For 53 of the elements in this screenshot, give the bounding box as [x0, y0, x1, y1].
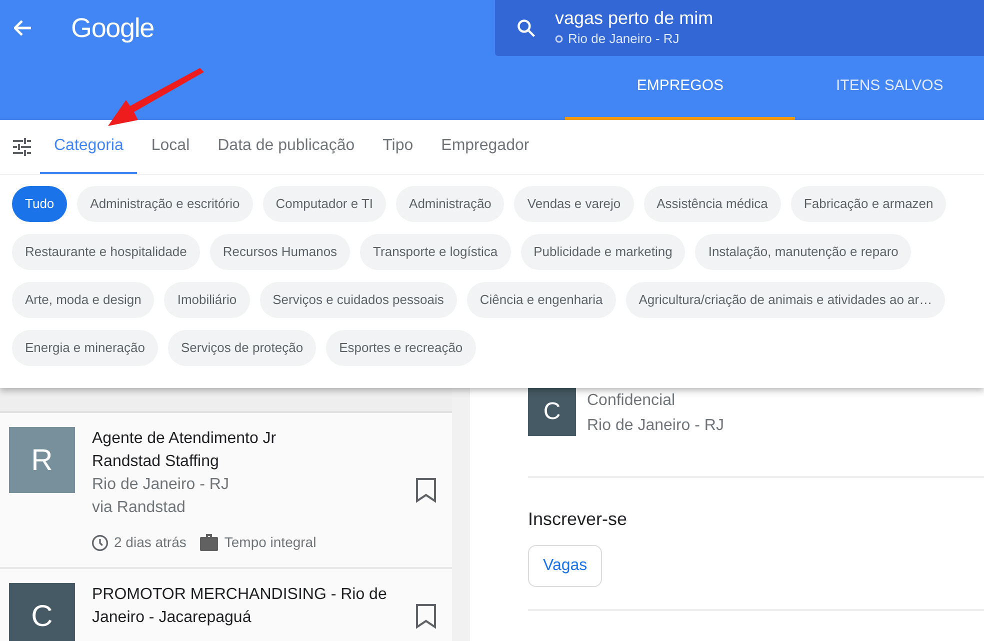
- category-chip[interactable]: Publicidade e marketing: [520, 234, 686, 270]
- location-dot-icon: [555, 35, 563, 43]
- category-chip[interactable]: Serviços e cuidados pessoais: [260, 282, 457, 318]
- filter-tab[interactable]: Local: [137, 120, 204, 174]
- category-chip[interactable]: Arte, moda e design: [12, 282, 154, 318]
- job-location: Rio de Janeiro - RJ: [587, 416, 724, 436]
- back-button[interactable]: [12, 18, 34, 38]
- job-source: via Randstad: [92, 498, 186, 518]
- category-chip[interactable]: Assistência médica: [644, 186, 781, 222]
- company-avatar: C: [528, 388, 576, 436]
- company-avatar: R: [9, 427, 75, 493]
- category-chip[interactable]: Recursos Humanos: [210, 234, 350, 270]
- posted-time: 2 dias atrás: [114, 533, 186, 552]
- category-chip[interactable]: Instalação, manutenção e reparo: [695, 234, 912, 270]
- category-chip[interactable]: Serviços de proteção: [168, 330, 316, 366]
- filter-tab[interactable]: Data de publicação: [204, 120, 369, 174]
- apply-link-button[interactable]: Vagas: [528, 545, 602, 587]
- briefcase-icon: [200, 534, 218, 551]
- category-chip[interactable]: Agricultura/criação de animais e atividades ao ar…: [626, 282, 946, 318]
- category-chip[interactable]: Transporte e logística: [360, 234, 511, 270]
- bookmark-icon: [415, 477, 437, 503]
- category-chip[interactable]: Ciência e engenharia: [466, 282, 616, 318]
- company-name: Confidencial: [587, 391, 676, 411]
- job-card[interactable]: C PROMOTOR MERCHANDISING - Rio de Janeiro - Jacarepaguá: [0, 569, 452, 641]
- company-name: Randstad Staffing: [92, 452, 220, 472]
- category-chip[interactable]: Tudo: [12, 186, 68, 222]
- top-tab[interactable]: ITENS SALVOS: [795, 56, 984, 120]
- back-arrow-icon: [14, 20, 32, 36]
- category-chip[interactable]: Administração: [396, 186, 504, 222]
- filter-tab[interactable]: Tipo: [368, 120, 428, 174]
- category-chip[interactable]: Computador e TI: [262, 186, 386, 222]
- job-title: PROMOTOR MERCHANDISING - Rio de Janeiro - Jacarepaguá: [92, 585, 388, 628]
- bookmark-icon: [415, 603, 437, 629]
- category-chip[interactable]: Fabricação e armazen: [790, 186, 946, 222]
- section-heading: Inscrever-se: [528, 508, 628, 531]
- job-location: Rio de Janeiro - RJ: [92, 475, 230, 495]
- logo[interactable]: Google: [71, 8, 154, 48]
- category-chip[interactable]: Energia e mineração: [12, 330, 158, 366]
- search-location: Rio de Janeiro - RJ: [568, 30, 680, 48]
- category-chip[interactable]: Restaurante e hospitalidade: [12, 234, 200, 270]
- category-chip[interactable]: Administração e escritório: [77, 186, 253, 222]
- category-chip[interactable]: Esportes e recreação: [326, 330, 476, 366]
- category-chip[interactable]: Imobiliário: [164, 282, 250, 318]
- category-chip[interactable]: Vendas e varejo: [514, 186, 634, 222]
- search-field[interactable]: vagas perto de mim Rio de Janeiro - RJ: [495, 0, 984, 56]
- job-type: Tempo integral: [224, 533, 316, 552]
- filter-tab[interactable]: Empregador: [427, 120, 544, 174]
- company-avatar: C: [9, 583, 75, 641]
- search-query: vagas perto de mim: [555, 7, 714, 30]
- job-title: Agente de Atendimento Jr: [92, 429, 278, 449]
- search-icon: [515, 17, 537, 39]
- clock-icon: [92, 534, 108, 550]
- job-card[interactable]: R Agente de Atendimento Jr Randstad Staffing Rio de Janeiro - RJ via Randstad 2 dias atrás Tempo integral: [0, 413, 452, 569]
